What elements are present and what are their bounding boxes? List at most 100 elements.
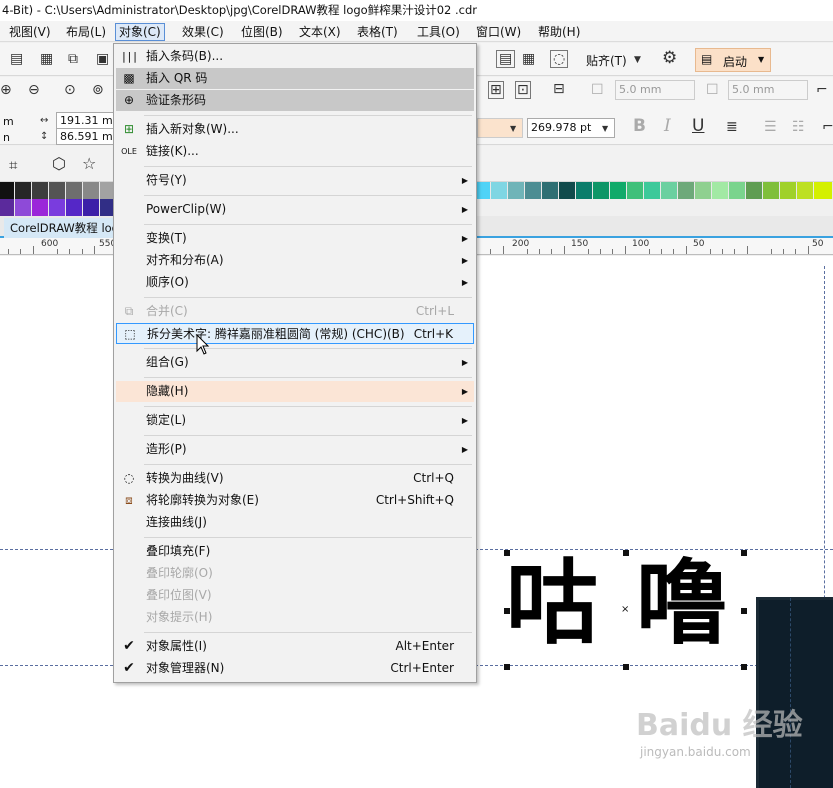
document-tab[interactable]: CorelDRAW教程 logo xyxy=(4,218,124,238)
menu-bitmaps[interactable]: 位图(B) xyxy=(238,23,286,41)
table-tool-icon[interactable]: ⌗ xyxy=(9,157,17,173)
italic-icon[interactable]: I xyxy=(664,118,671,135)
arrange-icon[interactable]: ⊡ xyxy=(515,81,531,99)
swatch[interactable] xyxy=(15,182,32,199)
swatch[interactable] xyxy=(525,182,542,199)
menu-window[interactable]: 窗口(W) xyxy=(473,23,524,41)
align-icon[interactable]: ⊞ xyxy=(488,81,504,99)
menu-item-symbol[interactable]: 符号(Y) ▶ xyxy=(116,170,474,191)
selection-handle[interactable] xyxy=(623,664,629,670)
swatch[interactable] xyxy=(83,199,100,216)
settings-gear-icon[interactable]: ⚙ xyxy=(662,50,677,67)
menu-item-insert-barcode[interactable]: ||| 插入条码(B)... xyxy=(116,46,474,67)
canvas-char-1[interactable]: 咕 xyxy=(506,556,598,652)
swatch[interactable] xyxy=(83,182,100,199)
menu-object[interactable]: 对象(C) xyxy=(115,23,165,41)
y-field[interactable]: n xyxy=(0,129,30,145)
swatch[interactable] xyxy=(477,182,491,199)
menu-item-shaping[interactable]: 造形(P) ▶ xyxy=(116,439,474,460)
menu-item-combine[interactable]: ⧉ 合并(C) Ctrl+L xyxy=(116,301,474,322)
swatch[interactable] xyxy=(32,199,49,216)
menu-item-align-distribute[interactable]: 对齐和分布(A) ▶ xyxy=(116,250,474,271)
new-doc-icon[interactable]: ▤ xyxy=(10,51,23,67)
selection-handle[interactable] xyxy=(504,608,510,614)
zoom-all-icon[interactable]: ⊚ xyxy=(92,82,104,98)
outline-width-2[interactable]: 5.0 mm xyxy=(728,80,808,100)
ungroup-icon[interactable]: ⊟ xyxy=(553,81,565,97)
menu-item-order[interactable]: 顺序(O) ▶ xyxy=(116,272,474,293)
height-field[interactable]: 86.591 mm xyxy=(56,128,114,145)
menu-item-object-manager[interactable]: ✔ 对象管理器(N) Ctrl+Enter xyxy=(116,658,474,679)
swatch[interactable] xyxy=(559,182,576,199)
snap-chevron-icon[interactable]: ▼ xyxy=(634,52,641,68)
swatch[interactable] xyxy=(661,182,678,199)
save-icon[interactable]: ▦ xyxy=(40,51,53,67)
menu-item-link[interactable]: OLE 链接(K)... xyxy=(116,141,474,162)
zoom-in-icon[interactable]: ⊕ xyxy=(0,82,12,98)
star-tool-icon[interactable]: ☆ xyxy=(82,156,96,172)
selection-handle[interactable] xyxy=(504,550,510,556)
selection-handle[interactable] xyxy=(741,550,747,556)
menu-item-outline-to-object[interactable]: ⧈ 将轮廓转换为对象(E) Ctrl+Shift+Q xyxy=(116,490,474,511)
menu-view[interactable]: 视图(V) xyxy=(6,23,54,41)
menu-item-verify-barcode[interactable]: ⊕ 验证条形码 xyxy=(116,90,474,111)
swatch[interactable] xyxy=(49,182,66,199)
swatch[interactable] xyxy=(644,182,661,199)
menu-item-overprint-bitmap[interactable]: 叠印位图(V) xyxy=(116,585,474,606)
canvas-char-2[interactable]: 噜 xyxy=(636,556,728,652)
swatch[interactable] xyxy=(780,182,797,199)
bold-icon[interactable]: B xyxy=(633,118,646,135)
drop-cap-icon[interactable]: ☷ xyxy=(792,119,805,135)
grid-icon[interactable]: ▦ xyxy=(522,51,535,67)
menu-item-insert-object[interactable]: ⊞ 插入新对象(W)... xyxy=(116,119,474,140)
swatch[interactable] xyxy=(491,182,508,199)
swatch[interactable] xyxy=(712,182,729,199)
menu-item-overprint-fill[interactable]: 叠印填充(F) xyxy=(116,541,474,562)
swatch[interactable] xyxy=(763,182,780,199)
menu-table[interactable]: 表格(T) xyxy=(354,23,401,41)
menu-effects[interactable]: 效果(C) xyxy=(179,23,227,41)
zoom-out-icon[interactable]: ⊖ xyxy=(28,82,40,98)
menu-item-powerclip[interactable]: PowerClip(W) ▶ xyxy=(116,199,474,220)
menu-item-object-hints[interactable]: 对象提示(H) xyxy=(116,607,474,628)
menu-item-overprint-outline[interactable]: 叠印轮廓(O) xyxy=(116,563,474,584)
menu-item-break-apart[interactable]: ⬚ 拆分美术字: 腾祥嘉丽准粗圆简 (常规) (CHC)(B) Ctrl+K xyxy=(116,323,474,344)
x-field[interactable]: m xyxy=(0,113,30,129)
swatch[interactable] xyxy=(729,182,746,199)
swatch[interactable] xyxy=(610,182,627,199)
swatch[interactable] xyxy=(746,182,763,199)
text-align-icon[interactable]: ≣ xyxy=(726,119,738,135)
menu-item-object-properties[interactable]: ✔ 对象属性(I) Alt+Enter xyxy=(116,636,474,657)
text-direction-icon[interactable]: ⌐ xyxy=(822,119,833,135)
font-size-chevron-icon[interactable]: ▼ xyxy=(602,121,608,137)
guides-icon[interactable]: ◌ xyxy=(550,50,569,68)
selection-handle[interactable] xyxy=(623,550,629,556)
menu-item-insert-qr[interactable]: ▩ 插入 QR 码 xyxy=(116,68,474,89)
paste-icon[interactable]: ▣ xyxy=(96,51,109,67)
swatch[interactable] xyxy=(678,182,695,199)
swatch[interactable] xyxy=(15,199,32,216)
swatch[interactable] xyxy=(100,199,114,216)
swatch[interactable] xyxy=(542,182,559,199)
menu-item-join-curves[interactable]: 连接曲线(J) xyxy=(116,512,474,533)
swatch[interactable] xyxy=(576,182,593,199)
swatch[interactable] xyxy=(695,182,712,199)
more-icon[interactable]: ⌐ xyxy=(816,82,828,98)
polygon-tool-icon[interactable]: ⬡ xyxy=(52,156,66,172)
menu-item-convert-to-curves[interactable]: ◌ 转换为曲线(V) Ctrl+Q xyxy=(116,468,474,489)
copy-icon[interactable]: ⧉ xyxy=(68,51,78,67)
menu-item-hide[interactable]: 隐藏(H) ▶ xyxy=(116,381,474,402)
swatch[interactable] xyxy=(508,182,525,199)
outline-width-1[interactable]: 5.0 mm xyxy=(615,80,695,100)
menu-item-lock[interactable]: 锁定(L) ▶ xyxy=(116,410,474,431)
menu-item-group[interactable]: 组合(G) ▶ xyxy=(116,352,474,373)
menu-help[interactable]: 帮助(H) xyxy=(535,23,583,41)
swatch[interactable] xyxy=(66,182,83,199)
swatch[interactable] xyxy=(593,182,610,199)
zoom-selected-icon[interactable]: ⊙ xyxy=(64,82,76,98)
swatch[interactable] xyxy=(32,182,49,199)
swatch[interactable] xyxy=(0,182,15,199)
view-icon[interactable]: ▤ xyxy=(496,50,516,68)
swatch[interactable] xyxy=(100,182,114,199)
font-chevron-icon[interactable]: ▼ xyxy=(510,121,516,137)
